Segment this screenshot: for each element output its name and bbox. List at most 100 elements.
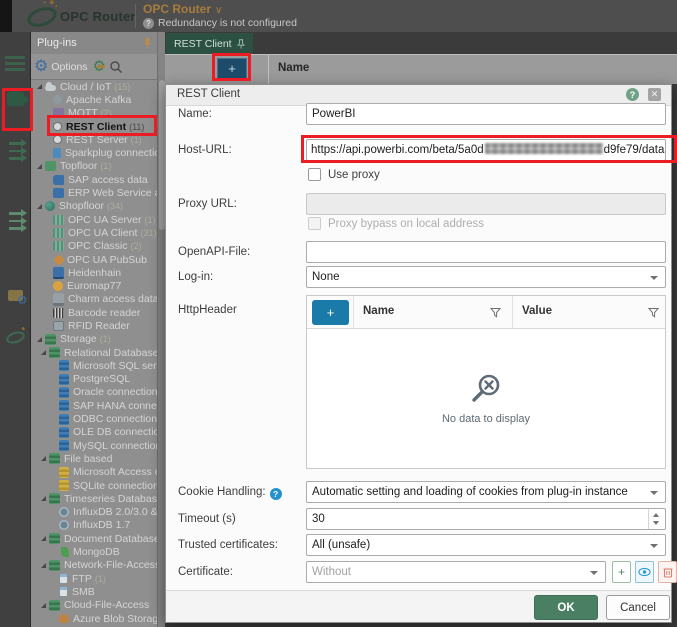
tree-item-sparkplug-connections[interactable]: Sparkplug connections xyxy=(31,146,157,159)
expander-icon[interactable] xyxy=(41,456,46,462)
dialog-close-button[interactable]: ✕ xyxy=(648,88,661,101)
project-title[interactable]: OPC Router ∨ xyxy=(143,2,222,16)
tree-item-cloud-file-access[interactable]: Cloud-File-Access xyxy=(31,599,157,612)
tree-item-network-file-access[interactable]: Network-File-Access(1 xyxy=(31,559,157,572)
tree-item-topfloor[interactable]: Topfloor (1) xyxy=(31,160,157,173)
file-icon xyxy=(59,573,68,585)
tree-item-apache-kafka[interactable]: Apache Kafka xyxy=(31,93,157,106)
spinner-buttons[interactable] xyxy=(648,509,665,529)
expander-icon[interactable] xyxy=(41,496,46,502)
tree-item-ftp[interactable]: FTP (1) xyxy=(31,572,157,585)
filter-icon[interactable] xyxy=(648,307,659,318)
expander-icon[interactable] xyxy=(37,163,42,169)
login-select[interactable]: None xyxy=(306,266,666,288)
tree-item-sap-access-data[interactable]: SAP access data xyxy=(31,173,157,186)
expander-icon[interactable] xyxy=(41,562,46,568)
opc-router-home-button[interactable] xyxy=(0,329,30,346)
tree-item-sqlite-connections[interactable]: SQLite connections xyxy=(31,479,157,492)
plugins-button[interactable] xyxy=(0,88,30,106)
tree-item-sap-hana-connectio[interactable]: SAP HANA connectio xyxy=(31,399,157,412)
pin-icon[interactable] xyxy=(143,37,152,49)
httpheader-name-column[interactable]: Name xyxy=(363,305,394,317)
delete-certificate-button[interactable] xyxy=(658,561,677,583)
tree-item-mongodb[interactable]: MongoDB xyxy=(31,545,157,558)
tree-item-erp-web-service-acces[interactable]: ERP Web Service acces xyxy=(31,186,157,199)
tab-rest-client[interactable]: REST Client xyxy=(166,33,253,54)
tree-item-file-based[interactable]: File based xyxy=(31,452,157,465)
use-proxy-checkbox[interactable] xyxy=(308,168,321,181)
tree-item-heidenhain[interactable]: Heidenhain xyxy=(31,266,157,279)
name-column-header[interactable]: Name xyxy=(278,62,309,74)
filter-icon[interactable] xyxy=(490,307,501,318)
help-icon[interactable]: ? xyxy=(143,17,154,29)
tree-item-document-databases[interactable]: Document Databases xyxy=(31,532,157,545)
tree-item-rest-server[interactable]: REST Server (1) xyxy=(31,133,157,146)
spin-up-icon[interactable] xyxy=(653,513,659,517)
use-proxy-label[interactable]: Use proxy xyxy=(328,168,380,182)
dialog-help-button[interactable]: ? xyxy=(626,88,639,101)
view-certificate-button[interactable] xyxy=(635,561,654,583)
help-icon[interactable]: ? xyxy=(269,488,282,500)
tree-item-shopfloor[interactable]: Shopfloor (34) xyxy=(31,200,157,213)
tree-item-microsoft-access-con[interactable]: Microsoft Access con xyxy=(31,466,157,479)
tree-item-relational-databases[interactable]: Relational Databases xyxy=(31,346,157,359)
tree-item-timeseries-databases[interactable]: Timeseries Databases xyxy=(31,492,157,505)
host-url-input[interactable]: https://api.powerbi.com/beta/5a0d d9fe79/… xyxy=(306,139,666,161)
connections-button[interactable] xyxy=(0,139,30,162)
expander-icon[interactable] xyxy=(41,536,46,542)
tree-item-smb[interactable]: SMB xyxy=(31,585,157,598)
tree-item-label: ODBC connections xyxy=(73,413,157,426)
timeout-stepper[interactable]: 30 xyxy=(306,508,666,530)
tree-item-opc-ua-client[interactable]: OPC UA Client (31) xyxy=(31,226,157,239)
expander-icon[interactable] xyxy=(41,350,46,356)
tree-item-charm-access-data[interactable]: Charm access data xyxy=(31,292,157,306)
tree-item-oracle-connections[interactable]: Oracle connections xyxy=(31,386,157,399)
tree-item-postgresql[interactable]: PostgreSQL xyxy=(31,373,157,386)
tree-item-influxdb-2-0-3-0-c[interactable]: InfluxDB 2.0/3.0 & C xyxy=(31,506,157,519)
certificate-select[interactable]: Without xyxy=(306,561,606,583)
connections-alt-button[interactable] xyxy=(0,209,30,232)
tree-item-odbc-connections[interactable]: ODBC connections xyxy=(31,412,157,425)
search-icon[interactable] xyxy=(109,60,123,74)
options-label[interactable]: Options xyxy=(51,61,87,73)
spin-down-icon[interactable] xyxy=(653,521,659,525)
tree-scrollbar[interactable] xyxy=(157,32,165,627)
ok-button[interactable]: OK xyxy=(534,595,598,620)
tree-item-count: (1) xyxy=(100,161,112,172)
trusted-certificates-select[interactable]: All (unsafe) xyxy=(306,534,666,556)
openapi-file-input[interactable] xyxy=(306,241,666,263)
rest-icon xyxy=(53,122,62,132)
tree-item-euromap77[interactable]: Euromap77 xyxy=(31,279,157,292)
gear-icon[interactable]: ⚙ xyxy=(34,58,48,75)
add-connection-button[interactable]: + xyxy=(217,58,247,79)
tree-item-opc-ua-pubsub[interactable]: OPC UA PubSub xyxy=(31,253,157,266)
tree-item-cloud-iot[interactable]: Cloud / IoT (15) xyxy=(31,80,157,93)
expander-icon[interactable] xyxy=(37,336,42,342)
tree-item-storage[interactable]: Storage (1) xyxy=(31,333,157,346)
httpheader-value-column[interactable]: Value xyxy=(522,305,552,317)
tree-item-barcode-reader[interactable]: Barcode reader xyxy=(31,306,157,319)
tree-item-microsoft-sql-server[interactable]: Microsoft SQL server xyxy=(31,359,157,372)
tree-item-rest-client[interactable]: REST Client (11) xyxy=(31,120,157,133)
tree-item-opc-classic[interactable]: OPC Classic (2) xyxy=(31,240,157,253)
tree-item-ole-db-connections[interactable]: OLE DB connections xyxy=(31,426,157,439)
tree-item-opc-ua-server[interactable]: OPC UA Server (1) xyxy=(31,213,157,226)
tree-item-influxdb-1-7[interactable]: InfluxDB 1.7 xyxy=(31,519,157,532)
project-settings-button[interactable] xyxy=(0,290,30,307)
expander-icon[interactable] xyxy=(41,602,46,608)
httpheader-table-header: + Name Value xyxy=(307,296,665,329)
name-input[interactable] xyxy=(306,103,666,125)
pin-icon[interactable] xyxy=(236,38,245,49)
cancel-button[interactable]: Cancel xyxy=(606,595,670,620)
cookie-handling-select[interactable]: Automatic setting and loading of cookies… xyxy=(306,481,666,503)
menu-button[interactable] xyxy=(0,56,30,71)
expander-icon[interactable] xyxy=(37,203,42,209)
add-certificate-button[interactable]: + xyxy=(612,561,631,583)
tree-item-mqtt[interactable]: MQTT (2) xyxy=(31,107,157,120)
tree-item-azure-blob-storage[interactable]: Azure Blob Storage xyxy=(31,612,157,625)
expander-icon[interactable] xyxy=(37,84,42,90)
license-gear-icon[interactable]: ⚙ xyxy=(93,59,106,74)
tree-item-rfid-reader[interactable]: RFID Reader xyxy=(31,319,157,332)
add-header-button[interactable]: + xyxy=(312,300,349,325)
tree-item-mysql-connections[interactable]: MySQL connections xyxy=(31,439,157,452)
